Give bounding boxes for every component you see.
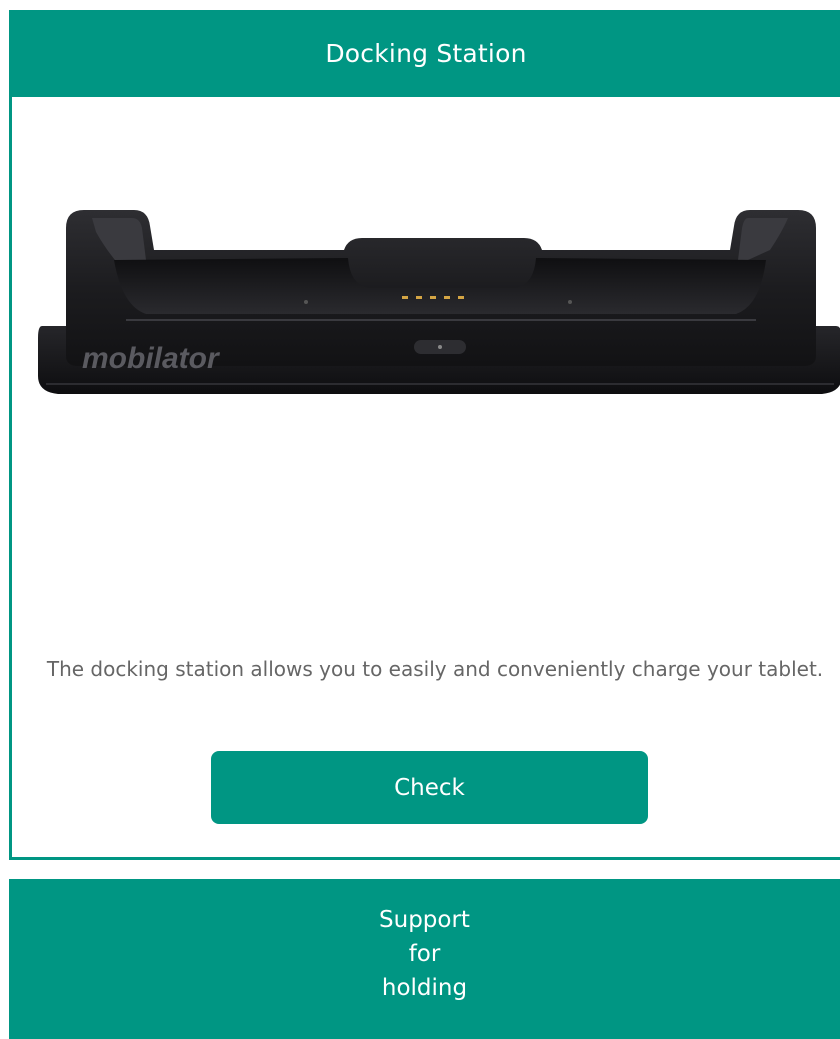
card-header: Docking Station: [9, 10, 840, 97]
card-title: Docking Station: [325, 39, 527, 68]
support-title-line-2: for: [408, 941, 441, 967]
support-title-line-1: Support: [379, 907, 470, 933]
brand-logo: mobilator: [82, 342, 221, 375]
support-card-title: Support for holding: [9, 903, 840, 1005]
description-text: The docking station allows you to easily…: [46, 657, 824, 681]
docking-station-card: Docking Station mobilator The docking st…: [9, 10, 840, 860]
check-button[interactable]: Check: [211, 751, 648, 824]
support-for-holding-card[interactable]: Support for holding: [9, 879, 840, 1039]
check-button-label: Check: [394, 774, 465, 801]
support-title-line-3: holding: [381, 975, 468, 1001]
docking-station-image: mobilator: [38, 210, 840, 394]
